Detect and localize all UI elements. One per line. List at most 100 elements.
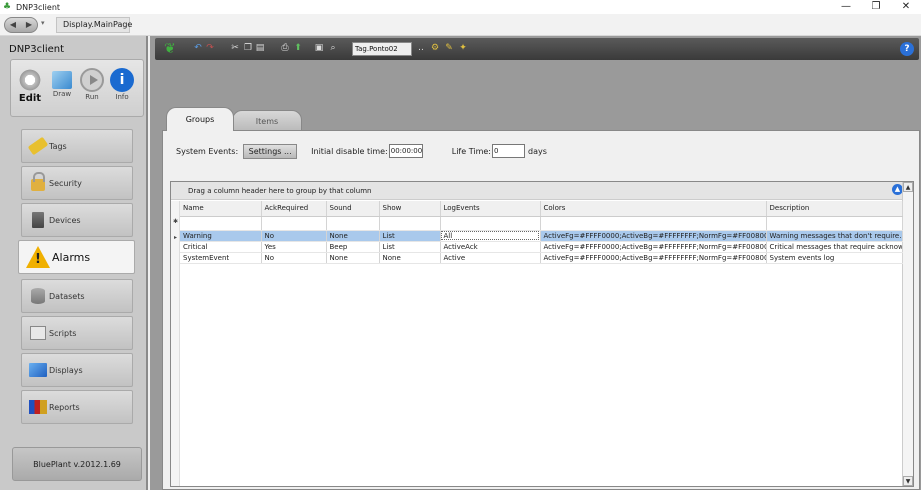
table-cell[interactable]: ActiveAck: [440, 241, 541, 253]
table-cell[interactable]: SystemEvent: [180, 252, 262, 264]
system-events-label: System Events:: [176, 146, 239, 156]
table-cell[interactable]: None: [326, 230, 380, 242]
sidebar-item-label: Devices: [49, 215, 81, 225]
tools-icon[interactable]: ⚙: [430, 43, 440, 54]
table-cell[interactable]: Warning messages that don't require...: [766, 230, 903, 242]
new-row[interactable]: [180, 216, 903, 231]
search-icon[interactable]: ⌕: [328, 43, 338, 54]
table-cell[interactable]: None: [379, 252, 441, 264]
maximize-button[interactable]: ❐: [861, 0, 891, 14]
lightbulb-icon[interactable]: ✦: [458, 43, 468, 54]
title-bar: ♣ DNP3client — ❐ ✕: [0, 0, 921, 14]
browse-button[interactable]: ..: [416, 43, 426, 54]
nav-buttons: ◀ ▶: [4, 17, 38, 33]
mode-draw[interactable]: Draw: [47, 68, 77, 98]
paste-icon[interactable]: ▤: [255, 43, 265, 54]
redo-icon[interactable]: ↷: [205, 43, 215, 54]
column-header-logevents[interactable]: LogEvents: [440, 201, 541, 217]
scroll-up-icon[interactable]: ▲: [903, 182, 913, 192]
table-cell[interactable]: Yes: [261, 241, 327, 253]
table-row[interactable]: Critical Yes Beep List ActiveAck ActiveF…: [180, 241, 903, 253]
table-cell[interactable]: Critical messages that require acknow...: [766, 241, 903, 253]
column-header-colors[interactable]: Colors: [540, 201, 767, 217]
info-icon: i: [110, 68, 134, 92]
system-events-row: System Events: Settings ... Initial disa…: [176, 143, 547, 159]
tag-input[interactable]: Tag.Ponto02: [352, 42, 412, 56]
version-label: BluePlant v.2012.1.69: [12, 447, 142, 481]
tab-items[interactable]: Items: [232, 110, 302, 131]
column-header-description[interactable]: Description: [766, 201, 903, 217]
vertical-scrollbar[interactable]: ▲ ▼: [902, 182, 913, 486]
settings-button[interactable]: Settings ...: [243, 143, 298, 159]
table-cell-editing[interactable]: All: [440, 230, 541, 242]
sidebar-item-datasets[interactable]: Datasets: [21, 279, 133, 313]
life-time-input[interactable]: 0: [491, 144, 525, 158]
table-row[interactable]: Warning No None List All ActiveFg=#FFFF0…: [180, 230, 903, 242]
groups-grid: Drag a column header here to group by th…: [170, 181, 914, 487]
help-icon[interactable]: ?: [900, 42, 914, 56]
device-icon: [28, 211, 48, 229]
table-cell[interactable]: Warning: [180, 230, 262, 242]
table-row[interactable]: SystemEvent No None None Active ActiveFg…: [180, 252, 903, 264]
forward-button[interactable]: ▶: [21, 18, 37, 32]
mode-run[interactable]: Run: [77, 68, 107, 101]
column-header-name[interactable]: Name: [180, 201, 262, 217]
column-header-ackrequired[interactable]: AckRequired: [261, 201, 327, 217]
history-dropdown-icon[interactable]: ▾: [41, 19, 45, 27]
table-cell[interactable]: ActiveFg=#FFFF0000;ActiveBg=#FFFFFFFF;No…: [540, 241, 767, 253]
window-controls: — ❐ ✕: [831, 0, 921, 14]
life-time-label: Life Time:: [451, 146, 491, 156]
mode-label: Info: [115, 93, 129, 101]
tab-groups[interactable]: Groups: [166, 107, 234, 131]
copy-icon[interactable]: ❐: [243, 43, 253, 54]
table-cell[interactable]: ActiveFg=#FFFF0000;ActiveBg=#FFFFFFFF;No…: [540, 230, 767, 242]
table-cell[interactable]: None: [326, 252, 380, 264]
gear-icon: [18, 68, 42, 92]
table-cell[interactable]: No: [261, 230, 327, 242]
table-cell[interactable]: Critical: [180, 241, 262, 253]
group-by-bar[interactable]: Drag a column header here to group by th…: [171, 182, 903, 200]
warning-icon: !: [25, 245, 51, 269]
sidebar-item-security[interactable]: Security: [21, 166, 133, 200]
undo-icon[interactable]: ↶: [193, 43, 203, 54]
sidebar-item-label: Datasets: [49, 291, 85, 301]
sidebar: DNP3client Edit Draw Run i Info Tags Sec…: [0, 36, 148, 490]
sidebar-item-displays[interactable]: Displays: [21, 353, 133, 387]
script-icon: [28, 324, 48, 342]
scroll-down-icon[interactable]: ▼: [903, 476, 913, 486]
table-cell[interactable]: ActiveFg=#FFFF0000;ActiveBg=#FFFFFFFF;No…: [540, 252, 767, 264]
sidebar-item-label: Security: [49, 178, 82, 188]
table-cell[interactable]: List: [379, 241, 441, 253]
mode-label: Draw: [52, 90, 72, 98]
header-row: Name AckRequired Sound Show LogEvents Co…: [180, 201, 903, 217]
document-icon[interactable]: ▣: [314, 43, 324, 54]
back-button[interactable]: ◀: [5, 18, 21, 32]
groups-panel: System Events: Settings ... Initial disa…: [162, 130, 920, 490]
mode-label: Run: [85, 93, 99, 101]
leaf-icon[interactable]: ❦: [164, 40, 178, 58]
table-cell[interactable]: Active: [440, 252, 541, 264]
print-icon[interactable]: ⎙: [280, 43, 290, 54]
navigation-bar: ◀ ▶ ▾ Display.MainPage: [0, 14, 921, 36]
column-header-sound[interactable]: Sound: [326, 201, 380, 217]
sidebar-item-tags[interactable]: Tags: [21, 129, 133, 163]
table-cell[interactable]: System events log: [766, 252, 903, 264]
address-field[interactable]: Display.MainPage: [56, 17, 132, 33]
column-header-show[interactable]: Show: [379, 201, 441, 217]
cut-icon[interactable]: ✂: [230, 43, 240, 54]
sidebar-item-alarms[interactable]: ! Alarms: [18, 240, 135, 274]
close-button[interactable]: ✕: [891, 0, 921, 14]
mode-edit[interactable]: Edit: [15, 68, 45, 104]
sidebar-item-reports[interactable]: Reports: [21, 390, 133, 424]
mode-info[interactable]: i Info: [107, 68, 137, 101]
initial-disable-input[interactable]: 00:00:00: [388, 144, 423, 158]
sidebar-item-label: Displays: [49, 365, 83, 375]
edit-icon[interactable]: ✎: [444, 43, 454, 54]
sidebar-item-devices[interactable]: Devices: [21, 203, 133, 237]
table-cell[interactable]: No: [261, 252, 327, 264]
upload-icon[interactable]: ⬆: [293, 43, 303, 54]
table-cell[interactable]: Beep: [326, 241, 380, 253]
sidebar-item-scripts[interactable]: Scripts: [21, 316, 133, 350]
minimize-button[interactable]: —: [831, 0, 861, 14]
table-cell[interactable]: List: [379, 230, 441, 242]
